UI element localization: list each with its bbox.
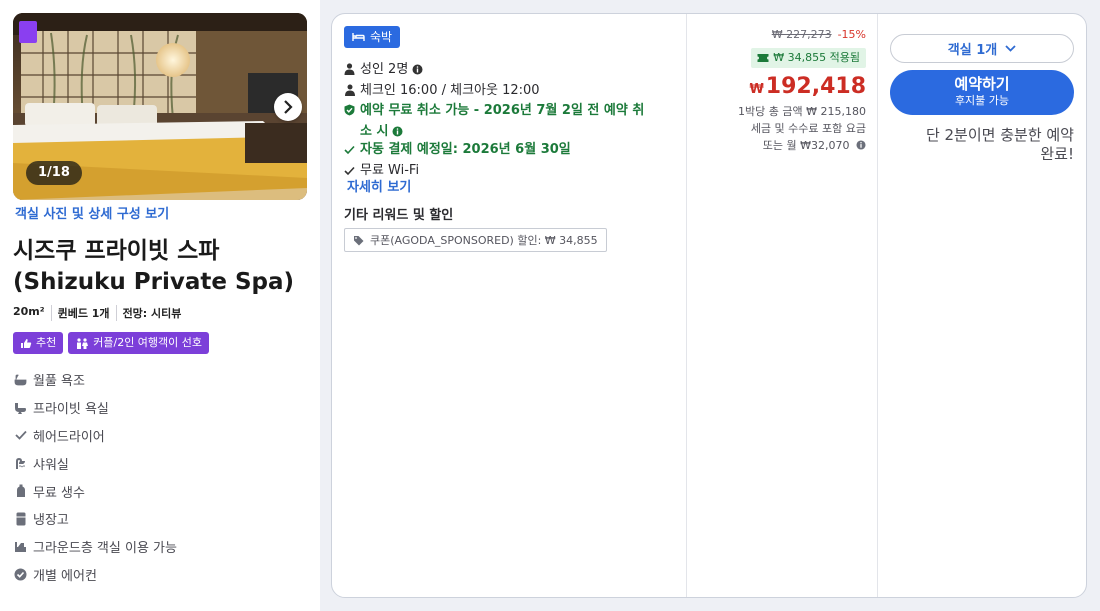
book-button-sublabel: 후지불 가능 (954, 94, 1010, 107)
person-icon (344, 63, 356, 82)
free-cancellation-row: 예약 무료 취소 가능 - 2026년 7월 2일 전 예약 취 (344, 102, 674, 123)
ticket-icon (757, 54, 769, 62)
recommended-badge: 추천 (13, 332, 64, 354)
amenity-item: 냉장고 (14, 505, 177, 533)
amenity-item: 그라운드층 객실 이용 가능 (14, 533, 177, 561)
room-summary-panel: 1/18 객실 사진 및 상세 구성 보기 시즈쿠 프라이빗 스파 (Shizu… (0, 0, 320, 611)
shield-check-icon (344, 104, 356, 123)
checkmark-icon (344, 143, 356, 162)
column-divider (686, 14, 687, 597)
couple-icon (77, 337, 89, 349)
auto-payment-row: 자동 결제 예정일: 2026년 6월 30일 (344, 141, 674, 162)
room-size: 20m² (13, 305, 45, 318)
ground-floor-icon (14, 540, 27, 554)
amenity-item: 헤어드라이어 (14, 422, 177, 450)
room-view: 전망: 시티뷰 (115, 305, 188, 321)
per-night-total: 1박당 총 금액 ₩ 215,180 (738, 105, 866, 118)
room-title-korean: 시즈쿠 프라이빗 스파 (13, 238, 220, 264)
next-photo-button[interactable] (274, 93, 302, 121)
bed-type: 퀸베드 1개 (50, 305, 116, 321)
info-icon[interactable] (412, 64, 423, 75)
coupon-chip: 쿠폰(AGODA_SPONSORED) 할인: ₩ 34,855 (344, 228, 607, 252)
room-photo[interactable]: 1/18 (13, 13, 307, 200)
room-offer-card: 숙박 성인 2명 체크인 16:00 / 체크아웃 12:00 예약 무료 취소… (331, 13, 1087, 598)
monthly-payment: 또는 월 ₩32,070 (738, 138, 866, 156)
amenities-list: 월풀 욕조 프라이빗 욕실 헤어드라이어 샤워실 무료 생수 냉장고 그라운드층… (14, 366, 177, 588)
final-price: ₩192,418 (749, 74, 866, 99)
taxes-note: 세금 및 수수료 포함 요금 (750, 121, 866, 135)
couple-preferred-badge: 커플/2인 여행객이 선호 (68, 332, 210, 354)
photo-counter: 1/18 (26, 161, 82, 185)
checkmark-icon (14, 428, 27, 442)
amenity-item: 무료 생수 (14, 477, 177, 505)
coupon-applied-chip: ₩ 34,855 적용됨 (751, 48, 866, 68)
book-button-label: 예약하기 (954, 75, 1010, 93)
price-value: 192,418 (765, 74, 866, 99)
shower-icon (14, 456, 27, 470)
chevron-right-icon (284, 100, 293, 114)
amenity-item: 월풀 욕조 (14, 366, 177, 394)
room-title-english: (Shizuku Private Spa) (13, 269, 295, 295)
original-price-row: ₩ 227,273 -15% (772, 28, 866, 41)
aircon-check-icon (14, 567, 27, 581)
book-button[interactable]: 예약하기 후지불 가능 (890, 70, 1074, 115)
rewards-title: 기타 리워드 및 할인 (344, 208, 454, 223)
bathtub-icon (14, 373, 27, 387)
amenity-item: 샤워실 (14, 449, 177, 477)
promo-tag (19, 21, 37, 43)
currency-symbol: ₩ (749, 82, 764, 97)
chevron-down-icon (1005, 45, 1016, 52)
occupancy-row: 성인 2명 (344, 61, 674, 82)
price-breakdown: 1박당 총 금액 ₩ 215,180 세금 및 수수료 포함 요금 또는 월 ₩… (738, 104, 866, 155)
room-title: 시즈쿠 프라이빗 스파 (Shizuku Private Spa) (13, 236, 313, 298)
free-cancellation-row-cont: 소 시 (344, 123, 674, 142)
offer-details: 성인 2명 체크인 16:00 / 체크아웃 12:00 예약 무료 취소 가능… (344, 61, 674, 182)
info-icon[interactable] (392, 126, 403, 137)
checkin-person-icon (344, 84, 356, 103)
urgency-message: 단 2분이면 충분한 예약 완료! (925, 126, 1074, 163)
fridge-icon (14, 512, 27, 526)
amenity-item: 프라이빗 욕실 (14, 394, 177, 422)
water-bottle-icon (14, 484, 27, 498)
amenity-item: 개별 에어컨 (14, 561, 177, 589)
thumbs-up-icon (21, 338, 32, 348)
info-icon[interactable] (856, 139, 866, 156)
discount-percent: -15% (837, 28, 866, 41)
room-badges: 추천 커플/2인 여행객이 선호 (13, 332, 210, 354)
room-specs: 20m² 퀸베드 1개 전망: 시티뷰 (13, 305, 187, 321)
original-price: ₩ 227,273 (771, 28, 832, 41)
tag-icon (354, 235, 364, 245)
room-count-select[interactable]: 객실 1개 (890, 34, 1074, 63)
room-photos-link[interactable]: 객실 사진 및 상세 구성 보기 (15, 203, 169, 222)
more-details-link[interactable]: 자세히 보기 (347, 176, 411, 195)
checkin-row: 체크인 16:00 / 체크아웃 12:00 (344, 82, 674, 103)
column-divider (877, 14, 878, 597)
stay-type-badge: 숙박 (344, 26, 401, 48)
private-bathroom-icon (14, 401, 27, 415)
bed-icon (352, 33, 365, 41)
